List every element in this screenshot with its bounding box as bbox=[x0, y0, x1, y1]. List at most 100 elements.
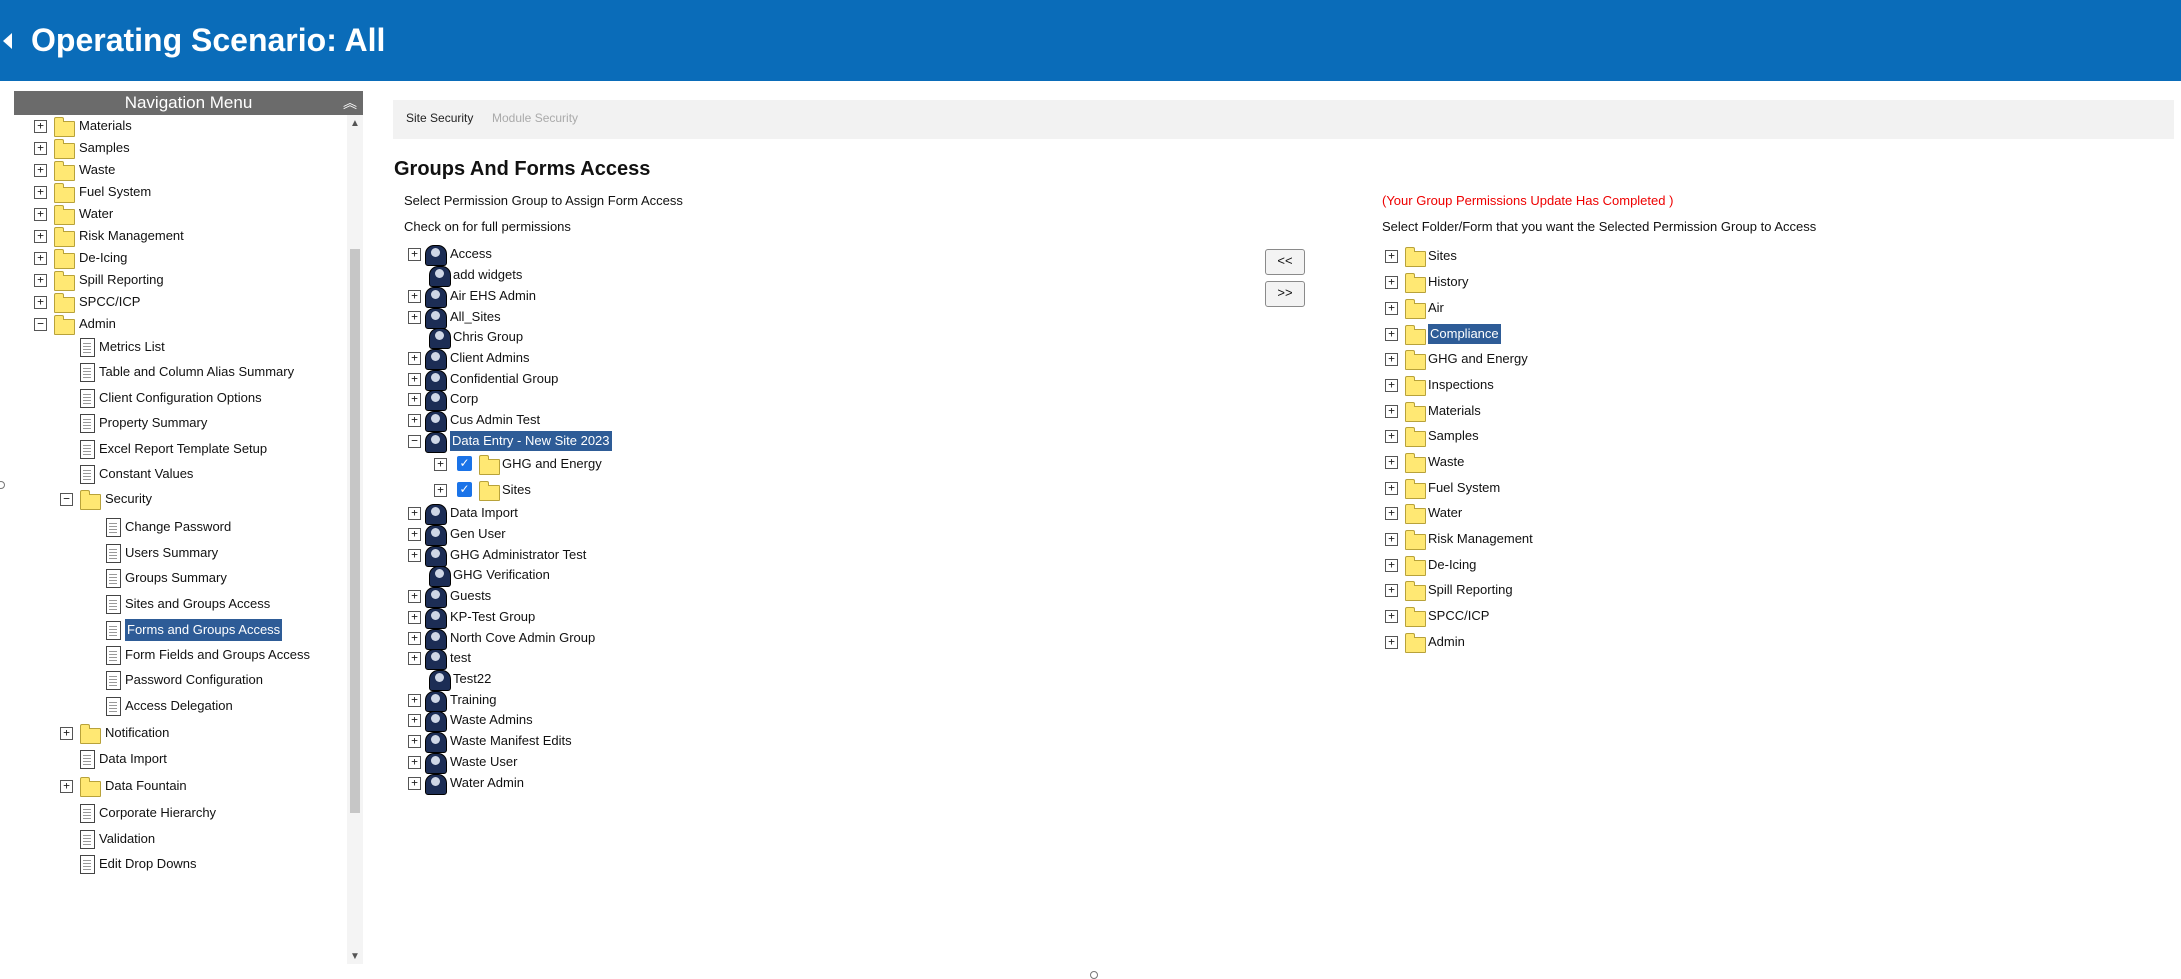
expand-toggle-icon[interactable]: + bbox=[1385, 456, 1398, 469]
nav-item-notification[interactable]: + Notification bbox=[14, 722, 363, 744]
expand-toggle-icon[interactable]: + bbox=[408, 652, 421, 665]
nav-item-spill-reporting[interactable]: + Spill Reporting bbox=[14, 269, 363, 291]
back-arrow-icon[interactable] bbox=[3, 33, 12, 49]
expand-toggle-icon[interactable]: + bbox=[1385, 636, 1398, 649]
expand-toggle-icon[interactable]: + bbox=[408, 248, 421, 261]
nav-item-forms-and-groups-access[interactable]: Forms and Groups Access bbox=[14, 619, 363, 641]
expand-toggle-icon[interactable]: + bbox=[34, 252, 47, 265]
nav-item-change-password[interactable]: Change Password bbox=[14, 516, 363, 538]
nav-item-metrics-list[interactable]: Metrics List bbox=[14, 336, 363, 358]
nav-item-edit-drop-downs[interactable]: Edit Drop Downs bbox=[14, 853, 363, 875]
nav-item-de-icing[interactable]: + De-Icing bbox=[14, 247, 363, 269]
expand-toggle-icon[interactable]: + bbox=[408, 311, 421, 324]
expand-toggle-icon[interactable]: + bbox=[1385, 610, 1398, 623]
remove-access-button[interactable]: << bbox=[1265, 249, 1305, 275]
expand-toggle-icon[interactable]: + bbox=[1385, 430, 1398, 443]
nav-item-property-summary[interactable]: Property Summary bbox=[14, 412, 363, 434]
resize-handle-icon[interactable] bbox=[1090, 971, 1098, 979]
expand-toggle-icon[interactable]: + bbox=[408, 393, 421, 406]
collapse-chevron-icon[interactable]: ︽ bbox=[343, 91, 357, 115]
expand-toggle-icon[interactable]: + bbox=[1385, 250, 1398, 263]
add-access-button[interactable]: >> bbox=[1265, 281, 1305, 307]
expand-toggle-icon[interactable]: + bbox=[1385, 353, 1398, 366]
group-user-icon bbox=[429, 566, 451, 587]
expand-toggle-icon[interactable]: + bbox=[434, 458, 447, 471]
expand-toggle-icon[interactable]: + bbox=[1385, 379, 1398, 392]
expand-toggle-icon[interactable]: + bbox=[408, 507, 421, 520]
expand-toggle-icon[interactable]: + bbox=[408, 735, 421, 748]
scroll-up-icon[interactable]: ▲ bbox=[350, 118, 360, 129]
nav-item-admin[interactable]: − Admin bbox=[14, 313, 363, 335]
expand-toggle-icon[interactable]: + bbox=[34, 142, 47, 155]
expand-toggle-icon[interactable]: + bbox=[1385, 276, 1398, 289]
nav-item-corporate-hierarchy[interactable]: Corporate Hierarchy bbox=[14, 802, 363, 824]
expand-toggle-icon[interactable]: + bbox=[408, 549, 421, 562]
expand-toggle-icon[interactable]: + bbox=[1385, 559, 1398, 572]
expand-toggle-icon[interactable]: + bbox=[434, 484, 447, 497]
expand-toggle-icon[interactable]: + bbox=[1385, 482, 1398, 495]
nav-item-samples[interactable]: + Samples bbox=[14, 137, 363, 159]
expand-toggle-icon[interactable]: + bbox=[60, 727, 73, 740]
expand-toggle-icon[interactable]: + bbox=[34, 120, 47, 133]
nav-item-materials[interactable]: + Materials bbox=[14, 115, 363, 137]
expand-toggle-icon[interactable]: + bbox=[408, 352, 421, 365]
expand-toggle-icon[interactable]: + bbox=[408, 290, 421, 303]
scroll-down-icon[interactable]: ▼ bbox=[350, 951, 360, 962]
nav-item-label: Users Summary bbox=[125, 545, 219, 560]
nav-item-validation[interactable]: Validation bbox=[14, 828, 363, 850]
nav-item-access-delegation[interactable]: Access Delegation bbox=[14, 695, 363, 717]
expand-toggle-icon[interactable]: + bbox=[408, 632, 421, 645]
expand-toggle-icon[interactable]: + bbox=[408, 611, 421, 624]
nav-item-table-and-column-alias-summary[interactable]: Table and Column Alias Summary bbox=[14, 361, 363, 383]
nav-item-risk-management[interactable]: + Risk Management bbox=[14, 225, 363, 247]
resize-handle-icon[interactable] bbox=[0, 481, 5, 489]
nav-item-form-fields-and-groups-access[interactable]: Form Fields and Groups Access bbox=[14, 644, 363, 666]
expand-toggle-icon[interactable]: + bbox=[1385, 302, 1398, 315]
expand-toggle-icon[interactable]: + bbox=[408, 373, 421, 386]
nav-scrollbar-thumb[interactable] bbox=[350, 249, 360, 813]
expand-toggle-icon[interactable]: + bbox=[1385, 328, 1398, 341]
group-label: test bbox=[450, 650, 471, 665]
nav-item-excel-report-template-setup[interactable]: Excel Report Template Setup bbox=[14, 438, 363, 460]
expand-toggle-icon[interactable]: + bbox=[1385, 584, 1398, 597]
nav-item-password-configuration[interactable]: Password Configuration bbox=[14, 669, 363, 691]
full-permission-checkbox[interactable]: ✓ bbox=[457, 482, 472, 497]
nav-item-constant-values[interactable]: Constant Values bbox=[14, 463, 363, 485]
nav-item-spcc-icp[interactable]: + SPCC/ICP bbox=[14, 291, 363, 313]
full-permission-checkbox[interactable]: ✓ bbox=[457, 456, 472, 471]
nav-item-data-import[interactable]: Data Import bbox=[14, 748, 363, 770]
nav-item-users-summary[interactable]: Users Summary bbox=[14, 542, 363, 564]
nav-item-fuel-system[interactable]: + Fuel System bbox=[14, 181, 363, 203]
tab-site-security[interactable]: Site Security bbox=[406, 111, 473, 125]
expand-toggle-icon[interactable]: − bbox=[34, 318, 47, 331]
nav-item-sites-and-groups-access[interactable]: Sites and Groups Access bbox=[14, 593, 363, 615]
expand-toggle-icon[interactable]: + bbox=[34, 274, 47, 287]
expand-toggle-icon[interactable]: − bbox=[408, 435, 421, 448]
expand-toggle-icon[interactable]: + bbox=[34, 230, 47, 243]
nav-scrollbar[interactable]: ▲ ▼ bbox=[347, 115, 363, 964]
expand-toggle-icon[interactable]: + bbox=[34, 186, 47, 199]
expand-toggle-icon[interactable]: + bbox=[34, 296, 47, 309]
expand-toggle-icon[interactable]: + bbox=[60, 780, 73, 793]
tab-module-security[interactable]: Module Security bbox=[492, 111, 578, 125]
nav-item-client-configuration-options[interactable]: Client Configuration Options bbox=[14, 387, 363, 409]
expand-toggle-icon[interactable]: + bbox=[34, 164, 47, 177]
expand-toggle-icon[interactable]: + bbox=[408, 694, 421, 707]
expand-toggle-icon[interactable]: + bbox=[408, 777, 421, 790]
nav-item-security[interactable]: − Security bbox=[14, 488, 363, 510]
expand-toggle-icon[interactable]: + bbox=[1385, 405, 1398, 418]
nav-item-data-fountain[interactable]: + Data Fountain bbox=[14, 775, 363, 797]
expand-toggle-icon[interactable]: + bbox=[34, 208, 47, 221]
expand-toggle-icon[interactable]: + bbox=[1385, 507, 1398, 520]
nav-item-groups-summary[interactable]: Groups Summary bbox=[14, 567, 363, 589]
nav-item-waste[interactable]: + Waste bbox=[14, 159, 363, 181]
expand-toggle-icon[interactable]: + bbox=[408, 756, 421, 769]
expand-toggle-icon[interactable]: + bbox=[1385, 533, 1398, 546]
expand-toggle-icon[interactable]: + bbox=[408, 714, 421, 727]
nav-item-water[interactable]: + Water bbox=[14, 203, 363, 225]
expand-toggle-icon[interactable]: − bbox=[60, 493, 73, 506]
expand-toggle-icon[interactable]: + bbox=[408, 528, 421, 541]
nav-item-label: Water bbox=[79, 206, 114, 221]
expand-toggle-icon[interactable]: + bbox=[408, 590, 421, 603]
expand-toggle-icon[interactable]: + bbox=[408, 414, 421, 427]
